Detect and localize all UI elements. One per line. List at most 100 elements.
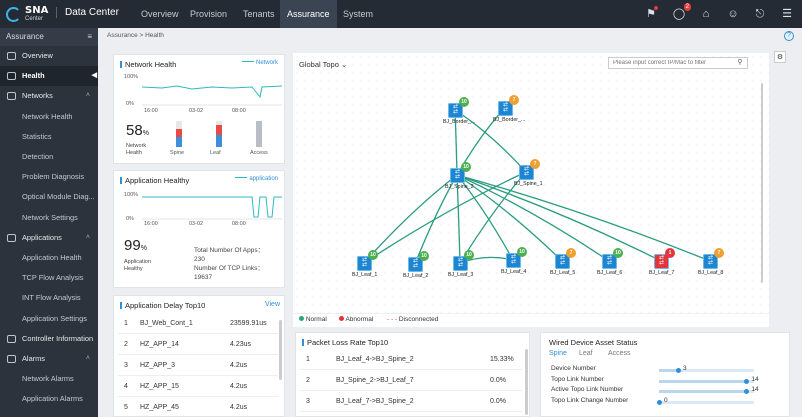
node-alarm-badge: 10 <box>613 248 623 258</box>
sidebar-item-network-health[interactable]: Network Health <box>0 107 98 127</box>
tab-leaf[interactable]: Leaf <box>579 350 593 357</box>
sidebar-item-statistics[interactable]: Statistics <box>0 127 98 147</box>
nav-system[interactable]: System <box>336 0 380 28</box>
sidebar-item-application-alarms[interactable]: Application Alarms <box>0 389 98 409</box>
home-icon[interactable]: ⌂ <box>699 7 713 21</box>
sidebar-item-label: Health <box>22 71 45 81</box>
table-row[interactable]: 4 HZ_APP_15 4.2us <box>118 377 278 397</box>
asset-stat-knob <box>744 389 750 394</box>
sidebar-item-application-health[interactable]: Application Health <box>0 248 98 268</box>
node-alarm-badge: 10 <box>419 251 429 261</box>
asset-stat-knob <box>744 378 750 384</box>
sidebar-item-label: INT Flow Analysis <box>22 293 81 303</box>
sidebar-item-optical-module-diag[interactable]: Optical Module Diag... <box>0 187 98 207</box>
networks-icon <box>7 92 16 101</box>
network-health-panel: Network Health Network 100% 0% 16:00 03-… <box>113 54 285 164</box>
ah-score-unit: % <box>140 245 147 252</box>
sidebar-item-detection[interactable]: Detection <box>0 147 98 167</box>
node-label: BJ_Leaf_7 <box>649 270 675 276</box>
sidebar-item-tcp-flow-analysis[interactable]: TCP Flow Analysis <box>0 268 98 288</box>
switch-icon: ⇄ ⇄ <box>606 255 613 266</box>
node-alarm-badge: 10 <box>461 162 471 172</box>
asset-stat-knob <box>657 399 662 405</box>
user-icon[interactable]: ☺ <box>726 7 740 21</box>
network-health-score: 58% <box>126 122 149 139</box>
network-health-title-text: Network Health <box>125 60 177 69</box>
table-row[interactable]: 2 BJ_Spine_2->BJ_Leaf_7 0.0% <box>300 371 522 391</box>
delay-scrollbar[interactable] <box>279 320 282 380</box>
logo-text-bottom: Center <box>25 16 44 22</box>
sidebar-item-network-settings[interactable]: Network Settings <box>0 208 98 228</box>
alarm-icon[interactable]: ◯ 2 <box>672 3 691 21</box>
nav-assurance[interactable]: Assurance <box>280 0 337 28</box>
nav-overview[interactable]: Overview <box>134 0 186 28</box>
asset-stat-track <box>659 389 754 394</box>
table-row[interactable]: 1 BJ_Leaf_4->BJ_Spine_2 15.33% <box>300 350 522 370</box>
asset-stat-label: Device Number <box>551 365 596 372</box>
sidebar-item-overview[interactable]: Overview <box>0 46 98 66</box>
node-label: BJ_Spine_1 <box>514 181 543 187</box>
sidebar-item-label: Overview <box>22 51 53 60</box>
loss-rank: 3 <box>306 398 310 405</box>
app-delay-title-text: Application Delay Top10 <box>125 301 206 310</box>
table-row[interactable]: 2 HZ_APP_14 4.23us <box>118 335 278 355</box>
app-legend-label: application <box>249 176 278 182</box>
delay-value: 4.23us <box>230 341 252 348</box>
app-delay-title: Application Delay Top10 <box>120 301 205 310</box>
asset-stat-value: 3 <box>683 365 687 372</box>
view-link[interactable]: View <box>265 301 280 308</box>
ah-x-label-3: 08:00 <box>232 221 246 227</box>
nh-score-value: 58 <box>126 122 143 139</box>
alarms-icon <box>7 355 16 363</box>
topo-legend: Normal Abnormal - - - Disconnected <box>293 313 769 327</box>
sidebar-item-applications[interactable]: Applications ˄ <box>0 228 98 248</box>
table-row[interactable]: 3 BJ_Leaf_7->BJ_Spine_2 0.0% <box>300 392 522 412</box>
bell-icon[interactable]: ⚑ <box>644 6 658 21</box>
asset-status-title: Wired Device Asset Status <box>549 338 638 347</box>
product-name: Data Center <box>56 7 119 18</box>
shirt-icon[interactable]: ⎋ <box>753 7 767 21</box>
nh-y-top: 100% <box>124 74 139 80</box>
tab-access[interactable]: Access <box>608 350 631 357</box>
table-row[interactable]: 1 BJ_Web_Cont_1 23599.91us <box>118 314 278 334</box>
loss-scrollbar[interactable] <box>525 349 528 415</box>
switch-icon: ⇄ ⇄ <box>452 104 459 115</box>
packet-loss-panel: Packet Loss Rate Top10 1 BJ_Leaf_4->BJ_Sp… <box>295 332 530 417</box>
logo-text-top: SNA <box>25 5 49 16</box>
table-row[interactable]: 3 HZ_APP_3 4.2us <box>118 356 278 376</box>
tab-spine[interactable]: Spine <box>549 350 567 357</box>
nav-provision[interactable]: Provision <box>183 0 234 28</box>
menu-icon[interactable]: ☰ <box>780 7 794 21</box>
loss-value: 0.0% <box>490 398 506 405</box>
app-health-legend: application <box>235 176 278 182</box>
ah-caption-1: Application <box>124 259 151 265</box>
total-apps-label: Total Number Of Apps： <box>194 247 265 254</box>
topo-link <box>456 174 610 262</box>
nh-x-label-3: 08:00 <box>232 108 246 114</box>
help-icon[interactable]: ? <box>784 31 794 41</box>
loss-value: 15.33% <box>490 356 514 363</box>
settings-gear-icon[interactable]: ⚙ <box>774 51 786 63</box>
node-label: BJ_Border_... <box>493 117 526 123</box>
delay-name: BJ_Web_Cont_1 <box>140 320 193 327</box>
nav-tenants[interactable]: Tenants <box>236 0 282 28</box>
sidebar-item-networks[interactable]: Networks ˄ <box>0 86 98 106</box>
delay-rank: 5 <box>124 404 128 411</box>
table-row[interactable]: 5 HZ_APP_45 4.2us <box>118 398 278 416</box>
sidebar-item-application-settings[interactable]: Application Settings <box>0 309 98 329</box>
sidebar-item-int-flow-analysis[interactable]: INT Flow Analysis <box>0 288 98 308</box>
bell-badge <box>654 6 658 10</box>
sidebar-item-network-alarms[interactable]: Network Alarms <box>0 369 98 389</box>
sidebar-item-health[interactable]: Health ◀ <box>0 66 98 87</box>
sidebar-item-alarms[interactable]: Alarms ˄ <box>0 349 98 369</box>
node-label: BJ_Leaf_5 <box>550 270 576 276</box>
sidebar-item-problem-diagnosis[interactable]: Problem Diagnosis <box>0 167 98 187</box>
nh-y-bottom: 0% <box>126 101 134 107</box>
ah-y-top: 100% <box>124 192 139 198</box>
delay-rank: 2 <box>124 341 128 348</box>
logo[interactable]: SNA Center <box>6 4 58 24</box>
topo-scrollbar[interactable] <box>761 83 763 283</box>
collapse-menu-icon[interactable]: ≡ <box>87 28 92 46</box>
switch-icon: ⇄ ⇄ <box>361 257 368 268</box>
sidebar-item-controller-information[interactable]: Controller Information <box>0 329 98 349</box>
